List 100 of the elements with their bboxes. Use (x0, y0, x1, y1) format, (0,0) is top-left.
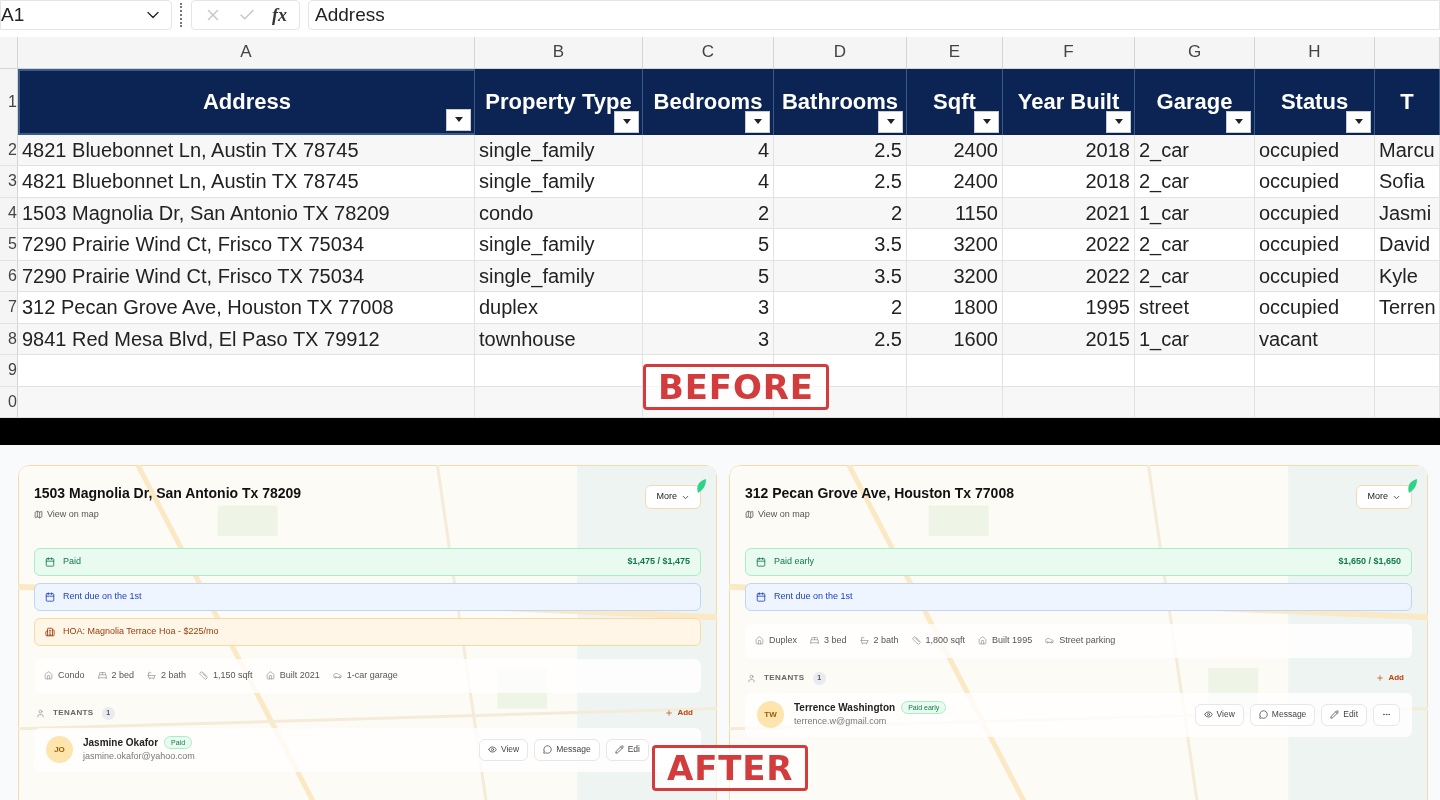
row-number[interactable]: 4 (8, 200, 17, 225)
table-cell-text: 4821 Bluebonnet Ln, Austin TX 78745 (22, 137, 359, 163)
header-cell: Bathrooms (774, 68, 907, 135)
grip-icon (180, 3, 183, 27)
edit-button[interactable]: Edi (605, 738, 649, 761)
payment-status: Paid early (774, 554, 815, 568)
view-on-map-link[interactable]: View on map (34, 508, 302, 522)
table-cell-text: 2.5 (874, 169, 902, 195)
table-cell-text: 7290 Prairie Wind Ct, Frisco TX 75034 (22, 232, 364, 258)
table-cell-text: 9841 Red Mesa Blvd, El Paso TX 79912 (22, 326, 380, 352)
filter-button[interactable] (1346, 110, 1371, 133)
pencil-icon (614, 745, 624, 754)
column-letter[interactable]: A (240, 39, 252, 65)
payment-amount: $1,650 / $1,650 (1338, 554, 1401, 568)
table-cell-text: occupied (1259, 263, 1340, 289)
table-cell-text: 1150 (955, 200, 998, 226)
tenant-name: Terrence Washington (794, 701, 896, 716)
filter-button[interactable] (974, 110, 999, 133)
ruler-icon (911, 636, 921, 645)
table-cell-text: 2400 (953, 169, 998, 195)
more-dropdown[interactable]: More (645, 485, 701, 509)
table-cell-text: 2021 (1085, 200, 1130, 226)
table-cell-text: townhouse (479, 326, 576, 352)
edit-button[interactable]: Edit (1321, 703, 1367, 726)
feature-label: 1,150 sqft (213, 668, 253, 682)
car-icon (1045, 636, 1055, 645)
filter-button[interactable] (446, 108, 471, 131)
stamp-label: BEFORE (643, 364, 829, 410)
header-cell: Property Type (475, 68, 643, 135)
view-on-map-link[interactable]: View on map (745, 508, 1014, 522)
add-tenant-button[interactable]: Add (1376, 672, 1410, 684)
dropdown-triangle-icon (622, 119, 631, 124)
feature-label: Condo (58, 668, 85, 682)
ruler-icon (199, 671, 209, 680)
table-cell-text: 2400 (953, 137, 998, 163)
insert-function-button[interactable]: fx (272, 1, 287, 29)
add-tenant-button[interactable]: Add (665, 707, 699, 719)
column-letter[interactable]: F (1063, 39, 1074, 65)
header-cell: Status (1255, 68, 1375, 135)
house-icon (755, 636, 764, 645)
header-cell: Address (18, 68, 475, 135)
filter-button[interactable] (1106, 110, 1131, 133)
table-cell-text: 2_car (1139, 232, 1190, 258)
column-letter[interactable]: E (948, 39, 961, 65)
table-cell-text: 7290 Prairie Wind Ct, Frisco TX 75034 (22, 263, 364, 289)
feature-label: 1-car garage (346, 668, 398, 682)
tenant-email: jasmine.okafor@yahoo.com (83, 750, 195, 764)
feature-label: Built 1995 (992, 633, 1033, 647)
table-cell-text: single_family (479, 137, 595, 164)
calendar-icon (756, 556, 766, 567)
table-cell-text: 2_car (1139, 263, 1190, 290)
building-icon (45, 626, 55, 637)
table-cell-text: 1_car (1139, 326, 1190, 353)
column-letter[interactable]: B (552, 39, 565, 65)
row-number[interactable]: 0 (8, 389, 17, 414)
row-number[interactable]: 2 (8, 137, 17, 162)
table-cell-text: 312 Pecan Grove Ave, Houston TX 77008 (22, 295, 394, 321)
notice-bar: HOA: Magnolia Terrace Hoa - $225/mo (34, 617, 701, 646)
filter-button[interactable] (878, 110, 903, 133)
column-letter[interactable]: H (1308, 39, 1321, 65)
dropdown-triangle-icon (1114, 119, 1123, 124)
name-box[interactable]: A1 (0, 0, 172, 30)
eye-icon (1203, 710, 1213, 719)
table-cell-text: 2022 (1085, 263, 1130, 289)
row-number[interactable]: 1 (8, 89, 17, 114)
more-dropdown[interactable]: More (1356, 485, 1412, 509)
tenants-heading: TENANTS (764, 672, 805, 684)
table-cell-text: 5 (757, 232, 769, 258)
dropdown-triangle-icon (886, 119, 895, 124)
message-button[interactable]: Message (534, 738, 600, 761)
table-cell-text: 2.5 (874, 326, 902, 352)
table-cell-text: occupied (1259, 295, 1340, 321)
filter-button[interactable] (745, 110, 770, 133)
property-address: 312 Pecan Grove Ave, Houston Tx 77008 (745, 484, 1014, 503)
avatar: TW (757, 701, 784, 728)
stamp-label: AFTER (652, 745, 809, 791)
table-cell-text: 1_car (1139, 200, 1190, 227)
feature-label: 2 bed (111, 668, 135, 682)
column-letter[interactable]: C (701, 39, 715, 65)
payment-status: Paid (63, 554, 81, 568)
row-number[interactable]: 8 (8, 326, 17, 351)
column-letter[interactable]: G (1187, 39, 1202, 65)
house-icon (978, 636, 988, 645)
table-cell-text: duplex (479, 295, 538, 321)
table-cell-text: occupied (1259, 232, 1340, 258)
person-icon (36, 708, 45, 718)
house-icon (44, 671, 53, 680)
table-cell-text: 4821 Bluebonnet Ln, Austin TX 78745 (22, 169, 359, 195)
table-cell-text: 1995 (1085, 295, 1130, 321)
view-button[interactable]: View (1194, 703, 1244, 726)
column-letter[interactable]: D (833, 39, 847, 65)
property-address: 1503 Magnolia Dr, San Antonio Tx 78209 (34, 484, 302, 503)
row-number[interactable]: 6 (8, 263, 17, 288)
message-button[interactable]: Message (1249, 703, 1316, 726)
table-cell-text: 2.5 (874, 137, 902, 163)
formula-field[interactable]: Address (308, 0, 1440, 30)
eye-icon (487, 745, 497, 754)
tenant-email: terrence.w@gmail.com (794, 715, 888, 729)
table-cell-text: condo (479, 200, 534, 226)
view-button[interactable]: View (478, 738, 529, 761)
